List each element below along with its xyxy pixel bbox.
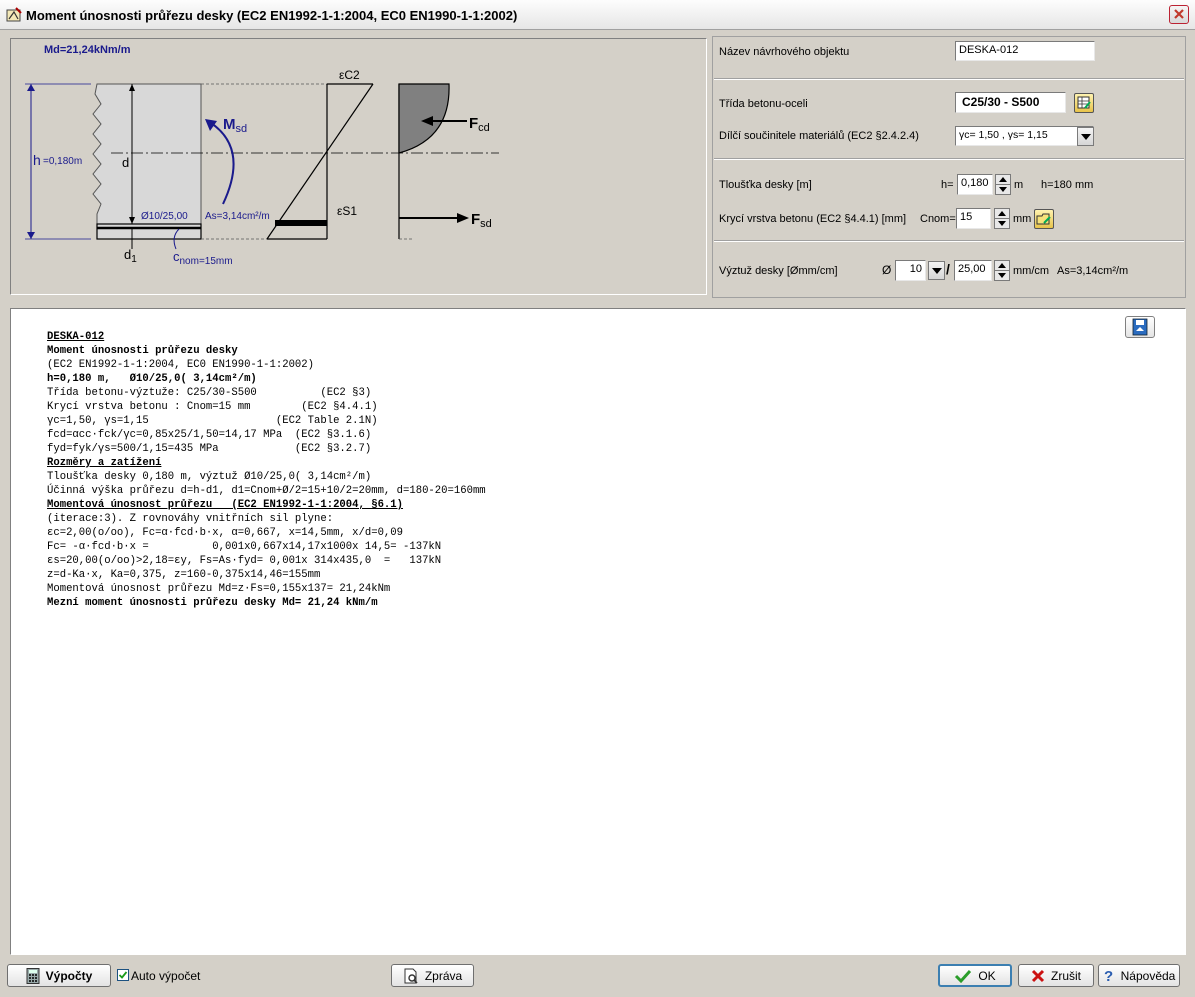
help-button[interactable]: ? Nápověda bbox=[1098, 964, 1180, 987]
separator bbox=[714, 78, 1184, 80]
report-line: Třída betonu-výztuže: C25/30-S500 (EC2 §… bbox=[47, 387, 372, 399]
report-line: Krycí vrstva betonu : Cnom=15 mm (EC2 §4… bbox=[47, 401, 378, 413]
reinforcement-label: Výztuž desky [Ømm/cm] bbox=[719, 265, 838, 277]
thickness-label: Tloušťka desky [m] bbox=[719, 179, 812, 191]
folder-edit-icon bbox=[1036, 213, 1051, 225]
factors-dropdown-button[interactable] bbox=[1077, 127, 1094, 146]
help-label: Nápověda bbox=[1120, 968, 1176, 983]
separator bbox=[714, 240, 1184, 242]
report-line: z=d-Ka·x, Ka=0,375, z=160-0,375x14,46=15… bbox=[47, 569, 321, 581]
class-picker-button[interactable] bbox=[1074, 93, 1094, 113]
report-line: Tloušťka desky 0,180 m, výztuž Ø10/25,0(… bbox=[47, 471, 372, 483]
cover-label: Krycí vrstva betonu (EC2 §4.4.1) [mm] bbox=[719, 213, 907, 225]
bar-label: Ø10/25,00 bbox=[141, 211, 188, 222]
separator bbox=[714, 158, 1184, 160]
cnom-unit: mm bbox=[1013, 213, 1032, 225]
table-edit-icon bbox=[1077, 96, 1091, 109]
cross-section-diagram: Md=21,24kNm/m h =0,180m d d1 cnom=15mm Ø… bbox=[25, 44, 499, 267]
report-button[interactable]: Zpráva bbox=[391, 964, 474, 987]
class-label: Třída betonu-oceli bbox=[719, 98, 808, 110]
h-prefix: h= bbox=[941, 179, 954, 191]
auto-calc-checkbox[interactable] bbox=[117, 969, 129, 981]
h-value: =0,180m bbox=[43, 156, 82, 167]
report-line: Rozměry a zatížení bbox=[47, 457, 162, 469]
report-line: Momentová únosnost průřezu (EC2 EN1992-1… bbox=[47, 499, 404, 511]
report-line: εs=20,00(o/oo)>2,18=εy, Fs=As·fyd= 0,001… bbox=[47, 555, 442, 567]
calculator-icon bbox=[26, 967, 40, 984]
window-title: Moment únosnosti průřezu desky (EC2 EN19… bbox=[26, 8, 518, 23]
spacing-input[interactable]: 25,00 bbox=[954, 260, 992, 281]
h-symbol: h bbox=[33, 152, 41, 168]
section-parameters: Název návrhového objektu DESKA-012 Třída… bbox=[712, 36, 1186, 298]
checkmark-icon bbox=[118, 971, 128, 979]
report-line: Mezní moment únosnosti průřezu desky Md=… bbox=[47, 597, 378, 609]
report-line: (EC2 EN1992-1-1:2004, EC0 EN1990-1-1:200… bbox=[47, 359, 315, 371]
check-icon bbox=[955, 969, 972, 983]
as-value: As=3,14cm²/m bbox=[1057, 265, 1129, 277]
app-icon bbox=[6, 7, 22, 22]
fcd-label: Fcd bbox=[469, 115, 490, 134]
close-button[interactable] bbox=[1169, 5, 1189, 24]
auto-calc-label: Auto výpočet bbox=[131, 969, 201, 983]
calculations-button[interactable]: Výpočty bbox=[7, 964, 111, 987]
h-mm: h=180 mm bbox=[1041, 179, 1094, 191]
msd-label: Msd bbox=[223, 116, 247, 135]
section-diagram: Md=21,24kNm/m h =0,180m d d1 cnom=15mm Ø… bbox=[10, 38, 707, 295]
h-unit: m bbox=[1014, 179, 1024, 191]
document-search-icon bbox=[404, 968, 418, 984]
thickness-input[interactable]: 0,180 bbox=[957, 174, 993, 195]
ok-button[interactable]: OK bbox=[938, 964, 1012, 987]
diameter-symbol: Ø bbox=[882, 263, 892, 277]
report-text: DESKA-012 Moment únosnosti průřezu desky… bbox=[47, 330, 486, 610]
report-line: γc=1,50, γs=1,15 (EC2 Table 2.1N) bbox=[47, 415, 378, 427]
d1-label: d1 bbox=[124, 247, 137, 265]
close-icon bbox=[1174, 9, 1184, 19]
help-icon: ? bbox=[1104, 968, 1113, 984]
cancel-label: Zrušit bbox=[1051, 968, 1081, 983]
spacing-unit: mm/cm bbox=[1013, 265, 1050, 277]
ok-label: OK bbox=[978, 968, 996, 983]
cover-spinner[interactable] bbox=[994, 208, 1010, 229]
fsd-label: Fsd bbox=[471, 211, 492, 230]
report-line: Momentová únosnost průřezu Md=z·Fs=0,155… bbox=[47, 583, 391, 595]
cnom-prefix: Cnom= bbox=[920, 213, 956, 225]
save-icon bbox=[1132, 318, 1148, 336]
calculations-label: Výpočty bbox=[45, 968, 93, 983]
report-line: Moment únosnosti průřezu desky bbox=[47, 345, 238, 357]
report-export-button[interactable] bbox=[1125, 316, 1155, 338]
ec2-label: εC2 bbox=[339, 68, 360, 82]
report-line: h=0,180 m, Ø10/25,0( 3,14cm²/m) bbox=[47, 373, 257, 385]
report-line: εc=2,00(o/oo), Fc=α·fcd·b·x, α=0,667, x=… bbox=[47, 527, 404, 539]
slash-separator: / bbox=[946, 261, 950, 277]
name-input[interactable]: DESKA-012 bbox=[955, 41, 1095, 61]
cover-picker-button[interactable] bbox=[1034, 209, 1054, 229]
md-label: Md=21,24kNm/m bbox=[44, 44, 131, 56]
report-line: fyd=fyk/γs=500/1,15=435 MPa (EC2 §3.2.7) bbox=[47, 443, 372, 455]
es1-label: εS1 bbox=[337, 204, 357, 218]
name-label: Název návrhového objektu bbox=[719, 46, 850, 58]
title-bar: Moment únosnosti průřezu desky (EC2 EN19… bbox=[0, 0, 1195, 30]
cover-input[interactable]: 15 bbox=[956, 208, 991, 229]
report-line: Účinná výška průřezu d=h-d1, d1=Cnom+Ø/2… bbox=[47, 485, 486, 497]
cnom-label: cnom=15mm bbox=[173, 249, 233, 267]
report-label: Zpráva bbox=[424, 968, 463, 983]
report-line: fcd=αcc·fck/γc=0,85x25/1,50=14,17 MPa (E… bbox=[47, 429, 372, 441]
diameter-dropdown-button[interactable] bbox=[928, 261, 945, 280]
report-line: DESKA-012 bbox=[47, 331, 105, 343]
report-view[interactable]: DESKA-012 Moment únosnosti průřezu desky… bbox=[10, 308, 1186, 955]
thickness-spinner[interactable] bbox=[995, 174, 1011, 195]
cancel-button[interactable]: Zrušit bbox=[1018, 964, 1094, 987]
spacing-spinner[interactable] bbox=[994, 260, 1010, 281]
close-icon bbox=[1031, 969, 1045, 982]
svg-text:?: ? bbox=[1104, 968, 1113, 984]
diameter-input[interactable]: 10 bbox=[895, 260, 926, 281]
report-line: (iterace:3). Z rovnováhy vnitřních sil p… bbox=[47, 513, 334, 525]
factors-label: Dílčí součinitele materiálů (EC2 §2.4.2.… bbox=[719, 130, 919, 142]
report-line: Fc= -α·fcd·b·x = 0,001x0,667x14,17x1000x… bbox=[47, 541, 442, 553]
d-label: d bbox=[122, 155, 129, 170]
class-value[interactable]: C25/30 - S500 bbox=[955, 92, 1066, 113]
as-label: As=3,14cm²/m bbox=[205, 211, 270, 222]
factors-select[interactable]: γc= 1,50 , γs= 1,15 bbox=[955, 126, 1094, 146]
